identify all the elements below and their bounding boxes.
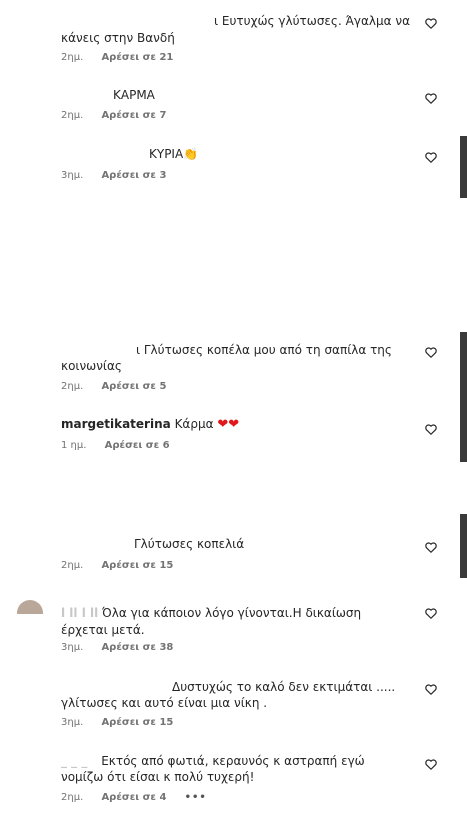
comment-body: margetikaterina Κάρμα ❤❤ bbox=[61, 416, 239, 433]
comment-meta: 1 ημ. Αρέσει σε 6 bbox=[61, 440, 185, 451]
comment-meta: 3ημ. Αρέσει σε 38 bbox=[61, 642, 188, 653]
scrollbar-segment[interactable] bbox=[460, 136, 467, 198]
avatar[interactable] bbox=[17, 600, 43, 614]
comment-text-line1: ι Ευτυχώς γλύτωσες. Άγαλμα να bbox=[214, 14, 410, 28]
comment-meta: 3ημ. Αρέσει σε 3 bbox=[61, 170, 181, 181]
comment-text-line1: Γλύτωσες κοπελιά bbox=[134, 537, 245, 551]
comment-likes[interactable]: Αρέσει σε 3 bbox=[101, 170, 166, 181]
comment-time: 2ημ. bbox=[61, 110, 84, 121]
comment-likes[interactable]: Αρέσει σε 7 bbox=[101, 110, 166, 121]
comment-body: l ll l ll Όλα για κάποιον λόγο γίνονται.… bbox=[61, 605, 361, 622]
comment-text-line1: ΚΑΡΜΑ bbox=[113, 88, 155, 102]
comment-time: 3ημ. bbox=[61, 642, 84, 653]
comment-time: 2ημ. bbox=[61, 560, 84, 571]
comment-time: 2ημ. bbox=[61, 792, 84, 803]
comment-text-line2: γλίτωσες και αυτό είναι μια νίκη . bbox=[61, 696, 268, 710]
comment-text-line1: Όλα για κάποιον λόγο γίνονται.Η δικαίωση bbox=[102, 606, 362, 620]
comment-time: 2ημ. bbox=[61, 52, 84, 63]
comment-text-line1: Δυστυχώς το καλό δεν εκτιμάται ..... bbox=[172, 680, 396, 694]
comment-likes[interactable]: Αρέσει σε 4 bbox=[101, 792, 166, 803]
comment-username[interactable]: margetikaterina bbox=[61, 417, 171, 431]
comment-time: 1 ημ. bbox=[61, 440, 87, 451]
comment-time: 3ημ. bbox=[61, 717, 84, 728]
like-heart-icon[interactable] bbox=[425, 759, 437, 770]
comment-text-line1: Εκτός από φωτιά, κεραυνός κ αστραπή εγώ bbox=[101, 754, 365, 768]
red-hearts-emoji: ❤❤ bbox=[217, 417, 240, 432]
like-heart-icon[interactable] bbox=[425, 347, 437, 358]
comment-text-line2: κάνεις στην Βανδή bbox=[61, 31, 175, 45]
like-heart-icon[interactable] bbox=[425, 152, 437, 163]
comment-text-line1: ι Γλύτωσες κοπέλα μου από τη σαπίλα της bbox=[136, 343, 392, 357]
comment-username[interactable]: l ll l ll bbox=[61, 606, 98, 620]
comment-meta: 2ημ. Αρέσει σε 4 ••• bbox=[61, 792, 222, 803]
comment-text-line2: νομίζω ότι είσαι κ πολύ τυχερή! bbox=[61, 770, 255, 784]
comment-likes[interactable]: Αρέσει σε 6 bbox=[105, 440, 170, 451]
comment-text: Κάρμα bbox=[174, 417, 214, 431]
comment-text-line2: κοινωνίας bbox=[61, 359, 122, 373]
like-heart-icon[interactable] bbox=[425, 684, 437, 695]
like-heart-icon[interactable] bbox=[425, 542, 437, 553]
comment-meta: 3ημ. Αρέσει σε 15 bbox=[61, 717, 188, 728]
comment-meta: 2ημ. Αρέσει σε 15 bbox=[61, 560, 188, 571]
like-heart-icon[interactable] bbox=[425, 608, 437, 619]
comment-meta: 2ημ. Αρέσει σε 7 bbox=[61, 110, 181, 121]
comment-text-line2: έρχεται μετά. bbox=[61, 623, 145, 637]
like-heart-icon[interactable] bbox=[425, 93, 437, 104]
more-options-icon[interactable]: ••• bbox=[185, 792, 207, 803]
comment-likes[interactable]: Αρέσει σε 38 bbox=[101, 642, 173, 653]
comment-likes[interactable]: Αρέσει σε 15 bbox=[101, 717, 173, 728]
like-heart-icon[interactable] bbox=[425, 18, 437, 29]
comment-text-line1: ΚΥΡΙΑ👏 bbox=[149, 147, 199, 161]
scrollbar-segment[interactable] bbox=[460, 514, 467, 578]
comment-likes[interactable]: Αρέσει σε 5 bbox=[101, 381, 166, 392]
like-heart-icon[interactable] bbox=[425, 424, 437, 435]
comment-username[interactable]: _ _ _ bbox=[61, 754, 87, 768]
comment-time: 2ημ. bbox=[61, 381, 84, 392]
comment-meta: 2ημ. Αρέσει σε 5 bbox=[61, 381, 181, 392]
scrollbar-segment[interactable] bbox=[460, 332, 467, 462]
comment-time: 3ημ. bbox=[61, 170, 84, 181]
comment-meta: 2ημ. Αρέσει σε 21 bbox=[61, 52, 188, 63]
comment-body: _ _ _ Εκτός από φωτιά, κεραυνός κ αστραπ… bbox=[61, 753, 365, 770]
comment-likes[interactable]: Αρέσει σε 21 bbox=[101, 52, 173, 63]
comment-likes[interactable]: Αρέσει σε 15 bbox=[101, 560, 173, 571]
